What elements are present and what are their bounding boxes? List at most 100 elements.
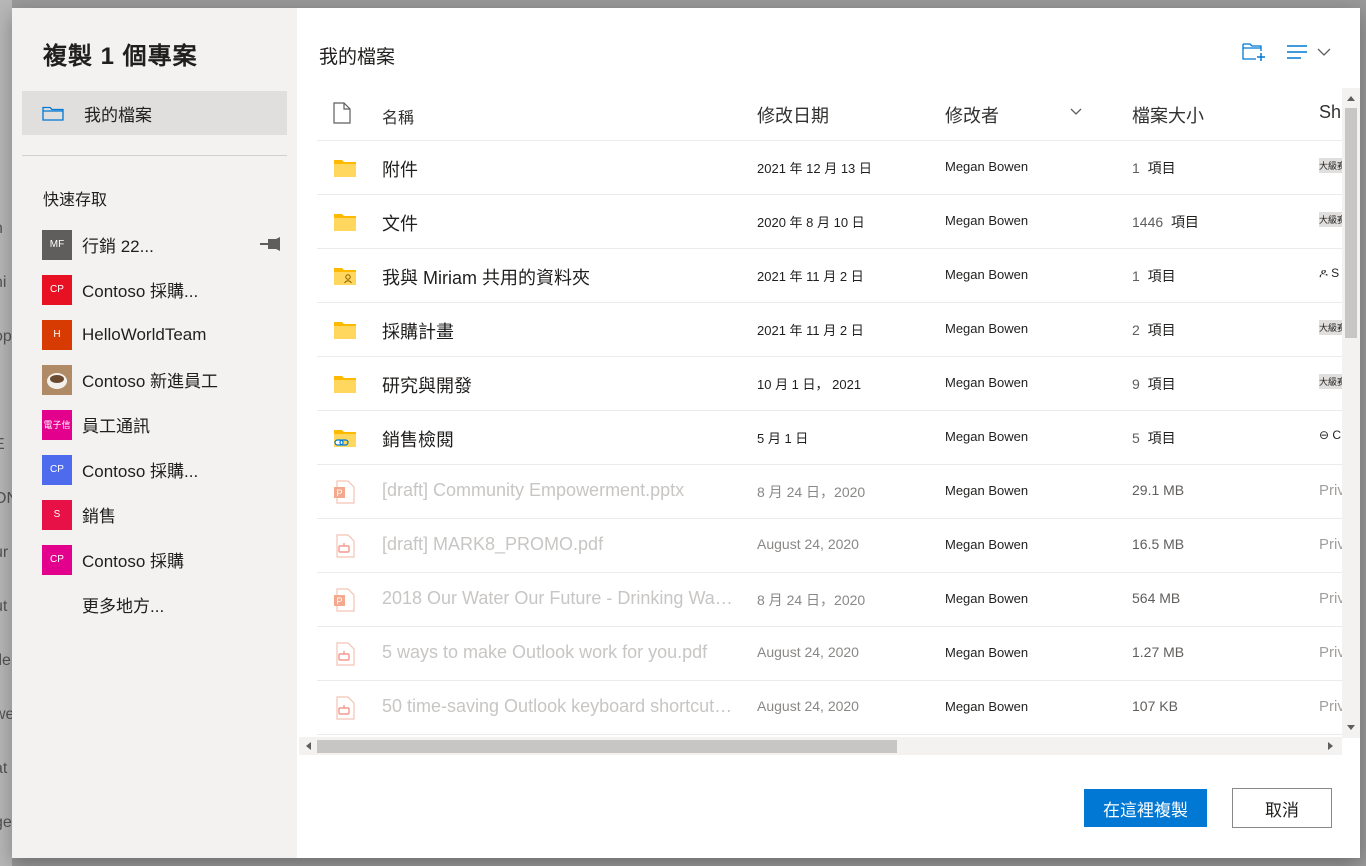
nav-item-my-files[interactable]: 我的檔案 (22, 91, 287, 135)
background-page-right (1360, 0, 1366, 866)
quick-access-item[interactable]: 電子信 員工通訊 (12, 402, 297, 447)
file-size-value: 1.27 MB (1132, 644, 1185, 660)
file-name[interactable]: 銷售檢閱 (382, 426, 737, 452)
file-size-unit: 項目 (1170, 214, 1199, 230)
modified-date: 2021 年 11 月 2 日 (757, 269, 864, 284)
site-tile: CP (42, 274, 72, 305)
site-photo (42, 364, 72, 395)
copy-here-button[interactable]: 在這裡複製 (1084, 789, 1207, 827)
scroll-right-icon[interactable] (1326, 741, 1336, 751)
list-view-icon (1287, 45, 1307, 59)
file-size: 1.27 MB (1132, 644, 1184, 660)
modified-by: Megan Bowen (945, 699, 1029, 714)
table-row[interactable]: 採購計畫 2021 年 11 月 2 日 Megan Bowen 2 項目 大級赛 (317, 303, 1342, 357)
table-header: 名稱 修改日期 修改者 檔案大小 Sh (317, 88, 1342, 141)
file-name[interactable]: 附件 (382, 156, 737, 182)
file-size-value: 29.1 MB (1132, 482, 1185, 498)
folder-outline-icon (42, 106, 64, 121)
quick-access-item[interactable]: H HelloWorldTeam (12, 312, 297, 357)
modified-date: 2020 年 8 月 10 日 (757, 215, 865, 230)
site-tile: CP (42, 544, 72, 575)
site-tile: H (42, 319, 72, 350)
more-places-link[interactable]: 更多地方... (12, 582, 297, 627)
file-size: 107 KB (1132, 698, 1178, 714)
sort-chevron-icon[interactable] (1070, 108, 1082, 116)
background-fragment: ur (0, 544, 9, 561)
svg-text:P: P (337, 596, 343, 606)
quick-access-label: 銷售 (82, 507, 116, 526)
table-row[interactable]: 5 ways to make Outlook work for you.pdf A… (317, 627, 1342, 681)
new-folder-icon[interactable] (1242, 42, 1268, 62)
cancel-button[interactable]: 取消 (1232, 788, 1332, 828)
column-header-name[interactable]: 名稱 (382, 104, 414, 128)
file-type-header-icon[interactable] (333, 102, 351, 124)
modified-by: Megan Bowen (945, 267, 1029, 282)
file-name[interactable]: [draft] Community Empowerment.pptx (382, 480, 737, 501)
table-row[interactable]: 我與 Miriam 共用的資料夾 2021 年 11 月 2 日 Megan Bow… (317, 249, 1342, 303)
scroll-down-icon[interactable] (1346, 723, 1356, 733)
vertical-scroll-thumb[interactable] (1345, 108, 1357, 338)
file-size-unit: 項目 (1147, 268, 1176, 284)
column-header-size[interactable]: 檔案大小 (1132, 102, 1204, 128)
modified-by: Megan Bowen (945, 591, 1029, 606)
table-row[interactable]: P [draft] Community Empowerment.pptx 8 月 2… (317, 465, 1342, 519)
modified-by: Megan Bowen (945, 321, 1029, 336)
file-name[interactable]: [draft] MARK8_PROMO.pdf (382, 534, 737, 555)
file-size-value: 5 (1132, 430, 1140, 446)
scroll-left-icon[interactable] (303, 741, 313, 751)
quick-access-list: MF 行銷 22... CP Contoso 採購... H HelloWorl… (12, 222, 297, 627)
dialog-left-nav: 複製 1 個專案 我的檔案 快速存取 MF 行銷 22... CP Contos… (12, 8, 297, 858)
view-options-button[interactable] (1287, 42, 1337, 62)
table-row[interactable]: 50 time-saving Outlook keyboard shortcut… (317, 681, 1342, 735)
file-size: 1446 項目 (1132, 212, 1199, 232)
nav-divider (22, 155, 287, 156)
link-folder-icon (334, 430, 356, 447)
file-size-value: 1 (1132, 268, 1140, 284)
background-fragment: ut (0, 598, 8, 615)
file-size: 16.5 MB (1132, 536, 1184, 552)
quick-access-item[interactable]: CP Contoso 採購 (12, 537, 297, 582)
file-name[interactable]: 我與 Miriam 共用的資料夾 (382, 264, 737, 290)
file-size: 2 項目 (1132, 320, 1176, 340)
file-name[interactable]: 2018 Our Water Our Future - Drinking Wat… (382, 588, 737, 609)
column-header-sharing[interactable]: Sh (1319, 102, 1341, 123)
sharing-status: 大級赛 (1319, 158, 1342, 173)
modified-date: 8 月 24 日，2020 (757, 592, 866, 608)
table-row[interactable]: [draft] MARK8_PROMO.pdf August 24, 2020 Me… (317, 519, 1342, 573)
sharing-status: 大級赛 (1319, 320, 1342, 335)
quick-access-item[interactable]: CP Contoso 採購... (12, 267, 297, 312)
quick-access-item[interactable]: CP Contoso 採購... (12, 447, 297, 492)
site-tile: 電子信 (42, 409, 72, 440)
table-row[interactable]: 附件 2021 年 12 月 13 日 Megan Bowen 1 項目 大級赛 (317, 141, 1342, 195)
quick-access-item[interactable]: Contoso 新進員工 (12, 357, 297, 402)
pin-icon[interactable] (259, 236, 281, 252)
sharing-status: Priv (1319, 590, 1342, 607)
table-row[interactable]: 文件 2020 年 8 月 10 日 Megan Bowen 1446 項目 大級赛 (317, 195, 1342, 249)
file-name[interactable]: 研究與開發 (382, 372, 737, 398)
modified-by: Megan Bowen (945, 213, 1029, 228)
pdf-icon (336, 642, 355, 666)
table-row[interactable]: P 2018 Our Water Our Future - Drinking Wa… (317, 573, 1342, 627)
file-name[interactable]: 5 ways to make Outlook work for you.pdf (382, 642, 737, 663)
sharing-status: Priv (1319, 482, 1342, 499)
sharing-status: ⊖ C (1319, 428, 1342, 442)
column-header-modified-by[interactable]: 修改者 (945, 102, 999, 128)
vertical-scrollbar[interactable] (1342, 88, 1360, 738)
file-name[interactable]: 50 time-saving Outlook keyboard shortcut… (382, 696, 737, 717)
site-tile: MF (42, 229, 72, 260)
scroll-up-icon[interactable] (1346, 93, 1356, 103)
quick-access-item[interactable]: S 銷售 (12, 492, 297, 537)
horizontal-scroll-thumb[interactable] (317, 740, 897, 753)
file-browser: 我的檔案 名稱 修改日期 修改者 檔案大小 Sh 附件 2021 年 12 月 … (297, 8, 1360, 858)
background-fragment: h (0, 220, 3, 238)
folder-icon (334, 160, 356, 177)
quick-access-item[interactable]: MF 行銷 22... (12, 222, 297, 267)
table-row[interactable]: 研究與開發 10 月 1 日， 2021 Megan Bowen 9 項目 大級赛 (317, 357, 1342, 411)
quick-access-label: Contoso 採購 (82, 552, 185, 571)
file-name[interactable]: 文件 (382, 210, 737, 236)
sharing-status: Priv (1319, 698, 1342, 715)
column-header-modified[interactable]: 修改日期 (757, 102, 829, 128)
file-name[interactable]: 採購計畫 (382, 318, 737, 344)
table-row[interactable]: 銷售檢閱 5 月 1 日 Megan Bowen 5 項目 ⊖ C (317, 411, 1342, 465)
horizontal-scrollbar[interactable] (299, 737, 1342, 755)
